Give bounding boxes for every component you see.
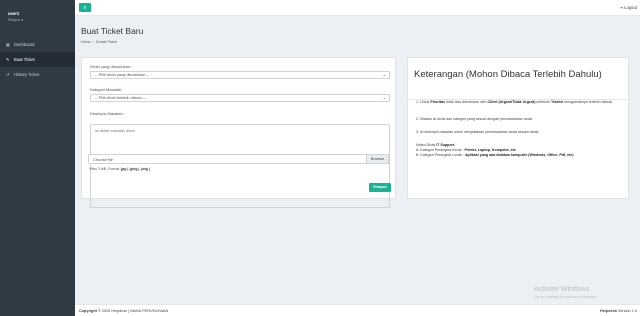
info-point-2: 2. Silakan isi divisi dan kategori yang … [416, 117, 533, 121]
copyright-bold: Copyright [79, 309, 97, 313]
info-p1-text: sebelum [536, 100, 550, 104]
logout-icon: ⇥ [619, 5, 624, 10]
menu-icon: ≡ [83, 4, 87, 11]
info-title: Keterangan (Mohon Dibaca Terlebih Dahulu… [414, 69, 602, 80]
note-b-prefix: B. Kategori Perangkat Lunak : [416, 153, 464, 157]
note-title-bold: IT Support [436, 143, 455, 147]
kategori-select-value: -- Pilih divisi terlebih dahulu -- [95, 95, 147, 100]
topbar: ≡ ⇥ Logout [75, 0, 640, 16]
note-a-prefix: A. Kategori Perangkat Keras : [416, 148, 464, 152]
footer-copyright: Copyright © 2025 Helpdesk | NAMA PERUSAH… [79, 309, 168, 313]
activate-windows-subtitle: Go to Settings to activate Windows. [534, 294, 598, 299]
chevron-down-icon: ⌄ [382, 72, 386, 77]
logout-label: Logout [624, 5, 637, 10]
breadcrumb: Home › Create Ticket [81, 40, 117, 44]
file-input-text: Choose file [93, 157, 114, 162]
info-p1-text: 1. Untuk [416, 100, 430, 104]
info-p1-bold: Client (Urgent/Tidak Urgent) [487, 100, 536, 104]
sidebar: user1 Pelapor ▾ ▦ Dashboard ✎ Buat Ticke… [0, 0, 75, 316]
info-point-3: 3. isi deskripsi masalah untuk menjelask… [416, 130, 540, 134]
divisi-select[interactable]: -- Pilih divisi yang dibutuhkan -- ⌄ [90, 71, 390, 79]
note-title-text: Noted Divisi [416, 143, 436, 147]
breadcrumb-current: Create Ticket [95, 40, 117, 44]
browse-button[interactable]: Browse [366, 155, 388, 163]
footer: Copyright © 2025 Helpdesk | NAMA PERUSAH… [75, 304, 640, 316]
sidebar-item-history-ticket[interactable]: ↺ History Ticket [0, 67, 75, 82]
activate-windows-title: Activate Windows [534, 286, 590, 293]
file-upload-input[interactable]: Choose file Browse [88, 154, 389, 164]
sidebar-nav: ▦ Dashboard ✎ Buat Ticket ↺ History Tick… [0, 37, 75, 82]
save-button[interactable]: Simpan [369, 183, 391, 192]
kategori-label: Kategori Masalah : [90, 87, 124, 92]
user-role[interactable]: Pelapor ▾ [8, 18, 23, 22]
user-name: user1 [8, 11, 20, 16]
history-icon: ↺ [6, 72, 10, 77]
divisi-select-value: -- Pilih divisi yang dibutuhkan -- [95, 72, 150, 77]
note-title-text: : [454, 143, 456, 147]
logout-link[interactable]: ⇥ Logout [620, 5, 638, 10]
page-title: Buat Ticket Baru [81, 26, 144, 36]
kategori-select[interactable]: -- Pilih divisi terlebih dahulu -- ⌄ [90, 94, 390, 102]
deskripsi-label: Deskripsi Masalah : [90, 111, 125, 116]
breadcrumb-home[interactable]: Home [81, 40, 91, 44]
upload-note: *Max 3 MB, Format .jpg | .jpeg | .png | [89, 167, 150, 171]
edit-icon: ✎ [6, 57, 10, 62]
divisi-label: Divisi yang dibutuhkan : [90, 64, 133, 69]
sidebar-item-buat-ticket[interactable]: ✎ Buat Ticket [0, 52, 75, 67]
sidebar-item-label: History Ticket [14, 72, 40, 77]
note-b-items: Aplikasi yang ada didalam komputer (Wind… [464, 153, 574, 157]
info-note-b: B. Kategori Perangkat Lunak : Aplikasi y… [416, 153, 621, 158]
upload-note-prefix: *Max 3 MB, Format [89, 167, 120, 171]
upload-note-formats: .jpg | .jpeg | .png | [120, 167, 150, 171]
grid-icon: ▦ [6, 42, 10, 47]
version-bold: Helpdesk [600, 309, 617, 313]
version-text: Version 1.0 [618, 309, 637, 313]
sidebar-item-label: Buat Ticket [14, 57, 35, 62]
breadcrumb-separator: › [92, 40, 94, 44]
sidebar-toggle-button[interactable]: ≡ [79, 3, 91, 12]
copyright-text: © 2025 Helpdesk | NAMA PERUSAHAAN [98, 309, 169, 313]
note-a-items: Printer, Laptop, Komputer, etc [464, 148, 516, 152]
info-p1-text: mengamatinya terlebih dahulu. [564, 100, 614, 104]
ticket-form-panel: Divisi yang dibutuhkan : -- Pilih divisi… [81, 57, 396, 208]
sidebar-item-label: Dashboard [14, 42, 35, 47]
chevron-down-icon: ⌄ [382, 95, 386, 100]
user-panel[interactable]: user1 Pelapor ▾ [8, 11, 23, 22]
sidebar-item-dashboard[interactable]: ▦ Dashboard [0, 37, 75, 52]
footer-version: Helpdesk Version 1.0 [600, 309, 637, 313]
info-p1-text: tidak bisa ditentukan oleh [445, 100, 487, 104]
deskripsi-textarea[interactable]: isi detail masalah disini [90, 124, 390, 208]
info-p1-bold: Teknisi [551, 100, 564, 104]
info-point-1: 1. Untuk Prioritas tidak bisa ditentukan… [416, 100, 621, 105]
info-p1-bold: Prioritas [430, 100, 445, 104]
